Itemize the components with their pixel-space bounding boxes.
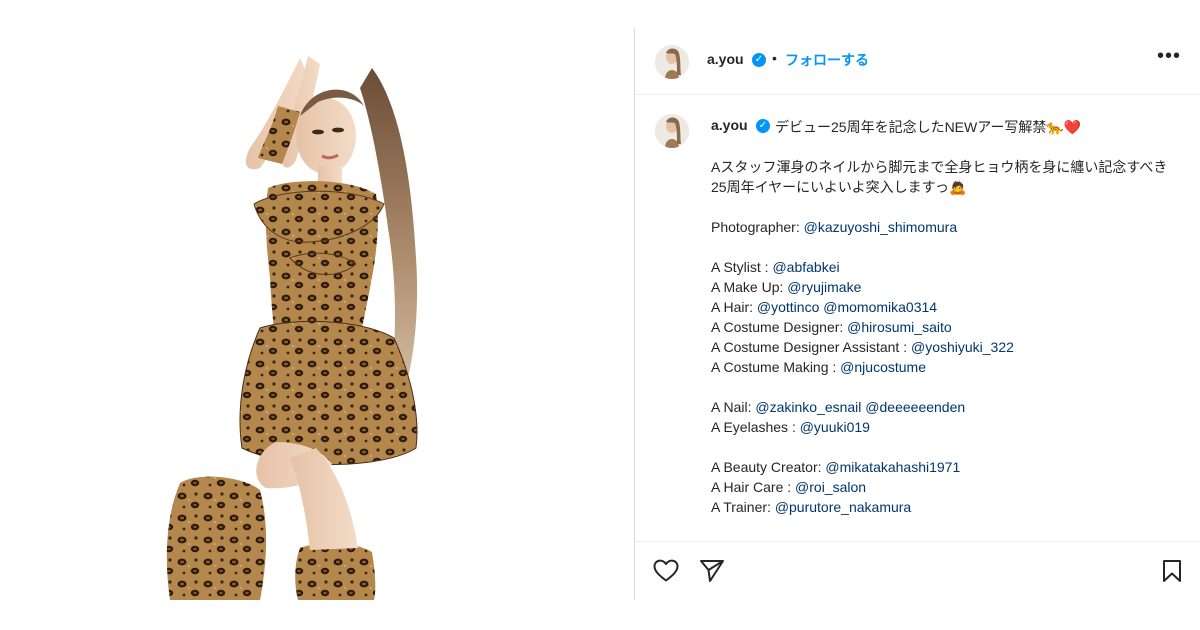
mention-link[interactable]: @ryujimake	[787, 279, 861, 295]
credit-line: Photographer: @kazuyoshi_shimomura	[711, 217, 1181, 237]
mention-link[interactable]: @zakinko_esnail	[755, 399, 861, 415]
credit-line: A Hair Care : @roi_salon	[711, 477, 1181, 497]
credit-role: A Eyelashes :	[711, 419, 800, 435]
post-header: a.you ✓ • フォローする •••	[635, 28, 1200, 95]
caption-title: デビュー25周年を記念したNEWアー写解禁🐆❤️	[775, 119, 1082, 135]
send-icon[interactable]	[699, 559, 725, 588]
credit-line: A Costume Making : @njucostume	[711, 357, 1181, 377]
leopard-dress-photo	[150, 28, 634, 600]
mention-link[interactable]: @hirosumi_saito	[847, 319, 951, 335]
credit-role: A Costume Designer:	[711, 319, 848, 335]
heart-icon[interactable]	[653, 559, 679, 588]
credit-line: A Trainer: @purutore_nakamura	[711, 497, 1181, 517]
follow-button[interactable]: フォローする	[785, 50, 869, 70]
caption-body: Aスタッフ渾身のネイルから脚元まで全身ヒョウ柄を身に纏い記念すべき25周年イヤー…	[711, 157, 1181, 517]
credit-line: A Costume Designer Assistant : @yoshiyuk…	[711, 337, 1181, 357]
credit-role: Photographer:	[711, 219, 804, 235]
caption-text: Aスタッフ渾身のネイルから脚元まで全身ヒョウ柄を身に纏い記念すべき25周年イヤー…	[711, 159, 1168, 195]
credit-role: A Trainer:	[711, 499, 775, 515]
username-link[interactable]: a.you	[707, 51, 744, 67]
mention-link[interactable]: @roi_salon	[795, 479, 866, 495]
post-photo[interactable]	[150, 28, 634, 600]
verified-badge-icon: ✓	[756, 119, 770, 133]
mention-link[interactable]: @yottinco	[757, 299, 819, 315]
post-side-panel: a.you ✓ • フォローする ••• a.you ✓ デビュー25周年を記念…	[634, 28, 1200, 600]
mention-link[interactable]: @yoshiyuki_322	[911, 339, 1014, 355]
mention-link[interactable]: @yuuki019	[800, 419, 870, 435]
mention-link[interactable]: @abfabkei	[772, 259, 839, 275]
credit-role: A Nail:	[711, 399, 756, 415]
separator-dot: •	[772, 50, 777, 66]
credit-line: A Stylist : @abfabkei	[711, 257, 1181, 277]
credit-line: A Eyelashes : @yuuki019	[711, 417, 1181, 437]
credit-role: A Stylist :	[711, 259, 773, 275]
credit-role: A Make Up:	[711, 279, 788, 295]
credit-role: A Costume Making :	[711, 359, 841, 375]
verified-badge-icon: ✓	[752, 53, 766, 67]
credit-line: A Make Up: @ryujimake	[711, 277, 1181, 297]
caption-username-link[interactable]: a.you	[711, 117, 748, 133]
credit-line: A Costume Designer: @hirosumi_saito	[711, 317, 1181, 337]
mention-link[interactable]: @purutore_nakamura	[775, 499, 911, 515]
credit-line: A Hair: @yottinco @momomika0314	[711, 297, 1181, 317]
mention-link[interactable]: @momomika0314	[823, 299, 937, 315]
caption-area: a.you ✓ デビュー25周年を記念したNEWアー写解禁🐆❤️ Aスタッフ渾身…	[635, 95, 1200, 540]
more-options-icon[interactable]: •••	[1157, 46, 1181, 66]
credit-role: A Costume Designer Assistant :	[711, 339, 911, 355]
mention-link[interactable]: @njucostume	[840, 359, 926, 375]
mention-link[interactable]: @deeeeeenden	[865, 399, 965, 415]
action-bar	[635, 541, 1200, 601]
mention-link[interactable]: @mikatakahashi1971	[825, 459, 960, 475]
avatar[interactable]	[655, 45, 689, 79]
credit-line: A Beauty Creator: @mikatakahashi1971	[711, 457, 1181, 477]
credit-role: A Hair:	[711, 299, 757, 315]
credit-line: A Nail: @zakinko_esnail @deeeeeenden	[711, 397, 1181, 417]
bookmark-icon[interactable]	[1161, 559, 1183, 588]
avatar-image	[655, 114, 689, 148]
mention-link[interactable]: @kazuyoshi_shimomura	[804, 219, 958, 235]
credit-role: A Beauty Creator:	[711, 459, 826, 475]
credit-role: A Hair Care :	[711, 479, 796, 495]
caption-avatar[interactable]	[655, 114, 689, 148]
avatar-image	[655, 45, 689, 79]
